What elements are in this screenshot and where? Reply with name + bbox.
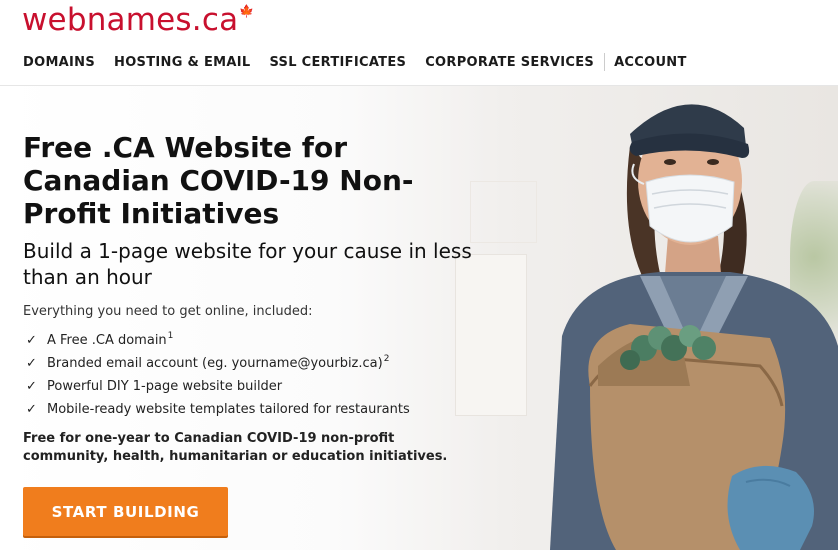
start-building-button[interactable]: START BUILDING bbox=[23, 487, 228, 536]
hero-banner: Free .CA Website for Canadian COVID-19 N… bbox=[0, 86, 838, 550]
check-icon: ✓ bbox=[26, 356, 37, 371]
check-icon: ✓ bbox=[26, 379, 37, 394]
nav-hosting-email[interactable]: HOSTING & EMAIL bbox=[114, 55, 250, 70]
main-nav: DOMAINS HOSTING & EMAIL SSL CERTIFICATES… bbox=[23, 53, 706, 71]
maple-leaf-icon: 🍁 bbox=[239, 4, 255, 18]
feature-text: Mobile-ready website templates tailored … bbox=[47, 402, 410, 417]
webnames-logo[interactable]: webnames.ca🍁 bbox=[22, 2, 254, 38]
eligibility-note: Free for one-year to Canadian COVID-19 n… bbox=[23, 431, 448, 464]
nav-ssl-certificates[interactable]: SSL CERTIFICATES bbox=[269, 55, 406, 70]
feature-list: ✓ A Free .CA domain 1 ✓ Branded email acc… bbox=[26, 329, 410, 421]
nav-domains[interactable]: DOMAINS bbox=[23, 55, 95, 70]
feature-text: Branded email account (eg. yourname@your… bbox=[47, 356, 383, 371]
check-icon: ✓ bbox=[26, 402, 37, 417]
nav-divider bbox=[604, 53, 606, 71]
hero-headline: Free .CA Website for Canadian COVID-19 N… bbox=[23, 131, 414, 230]
volunteer-photo bbox=[550, 104, 838, 550]
list-item: ✓ Branded email account (eg. yourname@yo… bbox=[26, 352, 410, 375]
list-item: ✓ Mobile-ready website templates tailore… bbox=[26, 398, 410, 421]
footnote-marker: 1 bbox=[167, 331, 174, 341]
footnote-marker: 2 bbox=[383, 354, 390, 364]
included-intro: Everything you need to get online, inclu… bbox=[23, 304, 313, 319]
hero-subheadline: Build a 1-page website for your cause in… bbox=[23, 239, 472, 289]
nav-corporate-services[interactable]: CORPORATE SERVICES bbox=[425, 55, 594, 70]
nav-account[interactable]: ACCOUNT bbox=[614, 55, 687, 70]
list-item: ✓ A Free .CA domain 1 bbox=[26, 329, 410, 352]
check-icon: ✓ bbox=[26, 333, 37, 348]
feature-text: Powerful DIY 1-page website builder bbox=[47, 379, 283, 394]
feature-text: A Free .CA domain bbox=[47, 333, 167, 348]
list-item: ✓ Powerful DIY 1-page website builder bbox=[26, 375, 410, 398]
